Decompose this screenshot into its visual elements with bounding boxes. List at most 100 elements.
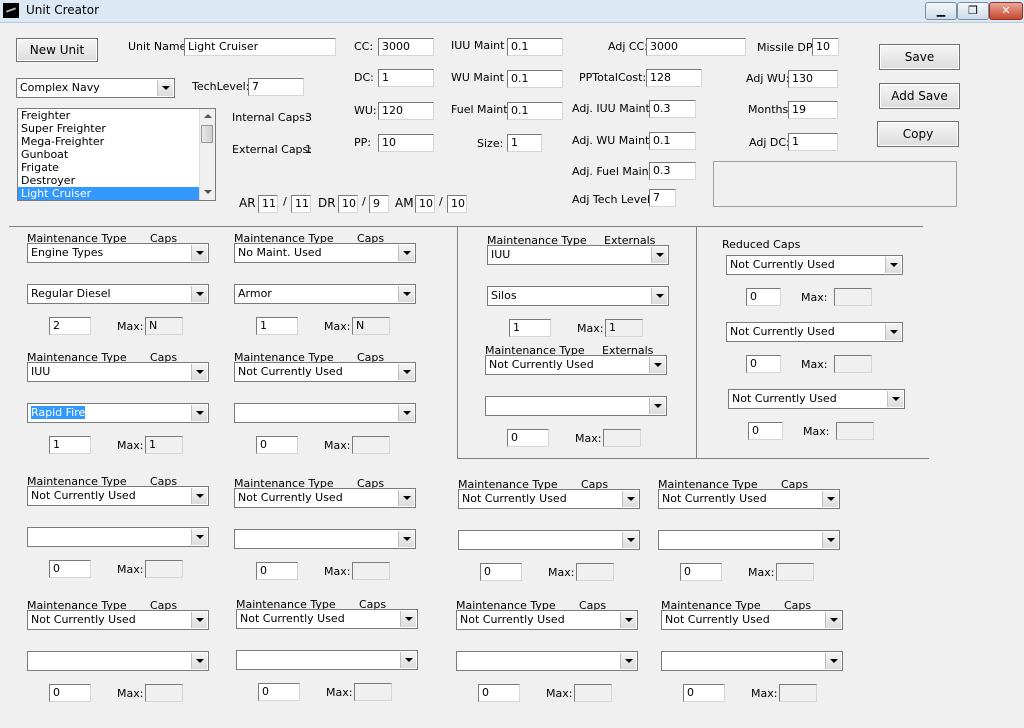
subtype-dropdown[interactable]: Rapid Fire xyxy=(27,403,209,423)
list-item[interactable]: Freighter xyxy=(18,109,215,122)
maintenance-type-dropdown[interactable]: Engine Types xyxy=(27,243,209,263)
chevron-down-icon[interactable] xyxy=(191,364,207,380)
chevron-down-icon[interactable] xyxy=(651,288,667,304)
maintenance-type-dropdown[interactable]: Not Currently Used xyxy=(456,610,638,630)
chevron-down-icon[interactable] xyxy=(649,357,665,373)
adj-dc-field[interactable]: 1 xyxy=(788,133,838,151)
quantity-field[interactable]: 0 xyxy=(746,355,781,373)
quantity-field[interactable]: 2 xyxy=(49,317,91,335)
subtype-dropdown[interactable] xyxy=(27,527,209,547)
quantity-field[interactable]: 1 xyxy=(49,436,91,454)
quantity-field[interactable]: 0 xyxy=(49,684,91,702)
subtype-dropdown[interactable] xyxy=(658,530,840,550)
maintenance-type-dropdown[interactable]: IUU xyxy=(27,362,209,382)
scroll-thumb[interactable] xyxy=(201,125,213,143)
subtype-dropdown[interactable]: Silos xyxy=(487,286,669,306)
quantity-field[interactable]: 0 xyxy=(256,562,298,580)
maintenance-type-dropdown[interactable]: Not Currently Used xyxy=(234,488,416,508)
maintenance-type-dropdown[interactable]: Not Currently Used xyxy=(485,355,667,375)
list-item[interactable]: Super Freighter xyxy=(18,122,215,135)
maintenance-type-dropdown[interactable]: Not Currently Used xyxy=(236,609,418,629)
chevron-down-icon[interactable] xyxy=(622,532,638,548)
adj-tech-level-field[interactable]: 7 xyxy=(649,189,676,207)
chevron-down-icon[interactable] xyxy=(825,653,841,669)
adj-wu-field[interactable]: 130 xyxy=(788,70,838,88)
chevron-down-icon[interactable] xyxy=(398,364,414,380)
chevron-down-icon[interactable] xyxy=(398,490,414,506)
quantity-field[interactable]: 0 xyxy=(680,563,722,581)
list-item[interactable]: Destroyer xyxy=(18,174,215,187)
subtype-dropdown[interactable] xyxy=(234,403,416,423)
maintenance-type-dropdown[interactable]: Not Currently Used xyxy=(658,489,840,509)
add-save-button[interactable]: Add Save xyxy=(879,83,960,109)
quantity-field[interactable]: 0 xyxy=(507,429,549,447)
maintenance-type-dropdown[interactable]: No Maint. Used xyxy=(234,243,416,263)
maintenance-type-dropdown[interactable]: Not Currently Used xyxy=(661,610,843,630)
chevron-down-icon[interactable] xyxy=(400,611,416,627)
chevron-down-icon[interactable] xyxy=(649,398,665,414)
quantity-field[interactable]: 0 xyxy=(480,563,522,581)
dr-max-field[interactable]: 9 xyxy=(369,195,389,213)
subtype-dropdown[interactable] xyxy=(456,651,638,671)
wu-maint-field[interactable]: 0.1 xyxy=(507,70,563,88)
chevron-down-icon[interactable] xyxy=(651,247,667,263)
chevron-down-icon[interactable] xyxy=(620,612,636,628)
list-item[interactable]: Light Cruiser xyxy=(18,187,215,200)
pptotal-field[interactable]: 128 xyxy=(646,69,702,87)
chevron-down-icon[interactable] xyxy=(191,286,207,302)
chevron-down-icon[interactable] xyxy=(191,405,207,421)
dr-field[interactable]: 10 xyxy=(338,195,358,213)
maximize-button[interactable]: ❐ xyxy=(957,2,989,20)
scroll-up-icon[interactable] xyxy=(200,109,215,123)
ar-max-field[interactable]: 11 xyxy=(291,195,311,213)
chevron-down-icon[interactable] xyxy=(885,257,901,273)
subtype-dropdown[interactable] xyxy=(27,651,209,671)
scroll-down-icon[interactable] xyxy=(200,186,215,200)
list-item[interactable]: Mega-Freighter xyxy=(18,135,215,148)
missile-dp-field[interactable]: 10 xyxy=(812,38,839,56)
chevron-down-icon[interactable] xyxy=(620,653,636,669)
iuu-maint-field[interactable]: 0.1 xyxy=(507,38,563,56)
list-scrollbar[interactable] xyxy=(199,109,215,200)
fuel-maint-field[interactable]: 0.1 xyxy=(507,102,563,120)
new-unit-button[interactable]: New Unit xyxy=(16,38,98,62)
reduced-caps-dropdown[interactable]: Not Currently Used xyxy=(726,255,903,275)
ar-field[interactable]: 11 xyxy=(258,195,278,213)
maintenance-type-dropdown[interactable]: Not Currently Used xyxy=(27,486,209,506)
reduced-caps-dropdown[interactable]: Not Currently Used xyxy=(726,322,903,342)
minimize-button[interactable]: ▁ xyxy=(925,2,957,20)
chevron-down-icon[interactable] xyxy=(885,324,901,340)
maintenance-type-dropdown[interactable]: Not Currently Used xyxy=(234,362,416,382)
subtype-dropdown[interactable] xyxy=(458,530,640,550)
unit-name-field[interactable]: Light Cruiser xyxy=(184,38,336,56)
chevron-down-icon[interactable] xyxy=(191,488,207,504)
chevron-down-icon[interactable] xyxy=(822,532,838,548)
cc-field[interactable]: 3000 xyxy=(378,38,434,56)
adj-cc-field[interactable]: 3000 xyxy=(646,38,746,56)
am-max-field[interactable]: 10 xyxy=(447,195,467,213)
chevron-down-icon[interactable] xyxy=(191,245,207,261)
quantity-field[interactable]: 0 xyxy=(746,288,781,306)
maintenance-type-dropdown[interactable]: Not Currently Used xyxy=(458,489,640,509)
chevron-down-icon[interactable] xyxy=(398,286,414,302)
reduced-caps-dropdown[interactable]: Not Currently Used xyxy=(728,389,905,409)
maintenance-type-dropdown[interactable]: Not Currently Used xyxy=(27,610,209,630)
size-field[interactable]: 1 xyxy=(507,134,542,152)
unit-list[interactable]: Freighter Super Freighter Mega-Freighter Gu… xyxy=(17,108,216,201)
dc-field[interactable]: 1 xyxy=(378,69,434,87)
quantity-field[interactable]: 0 xyxy=(256,436,298,454)
chevron-down-icon[interactable] xyxy=(822,491,838,507)
quantity-field[interactable]: 0 xyxy=(748,422,783,440)
wu-field[interactable]: 120 xyxy=(378,102,434,120)
chevron-down-icon[interactable] xyxy=(887,391,903,407)
maintenance-type-dropdown[interactable]: IUU xyxy=(487,245,669,265)
chevron-down-icon[interactable] xyxy=(398,405,414,421)
adj-fuel-maint-field[interactable]: 0.3 xyxy=(649,162,696,180)
adj-iuu-maint-field[interactable]: 0.3 xyxy=(649,100,696,118)
quantity-field[interactable]: 0 xyxy=(258,683,300,701)
pp-field[interactable]: 10 xyxy=(378,134,434,152)
chevron-down-icon[interactable] xyxy=(191,529,207,545)
subtype-dropdown[interactable] xyxy=(661,651,843,671)
subtype-dropdown[interactable] xyxy=(236,650,418,670)
chevron-down-icon[interactable] xyxy=(400,652,416,668)
